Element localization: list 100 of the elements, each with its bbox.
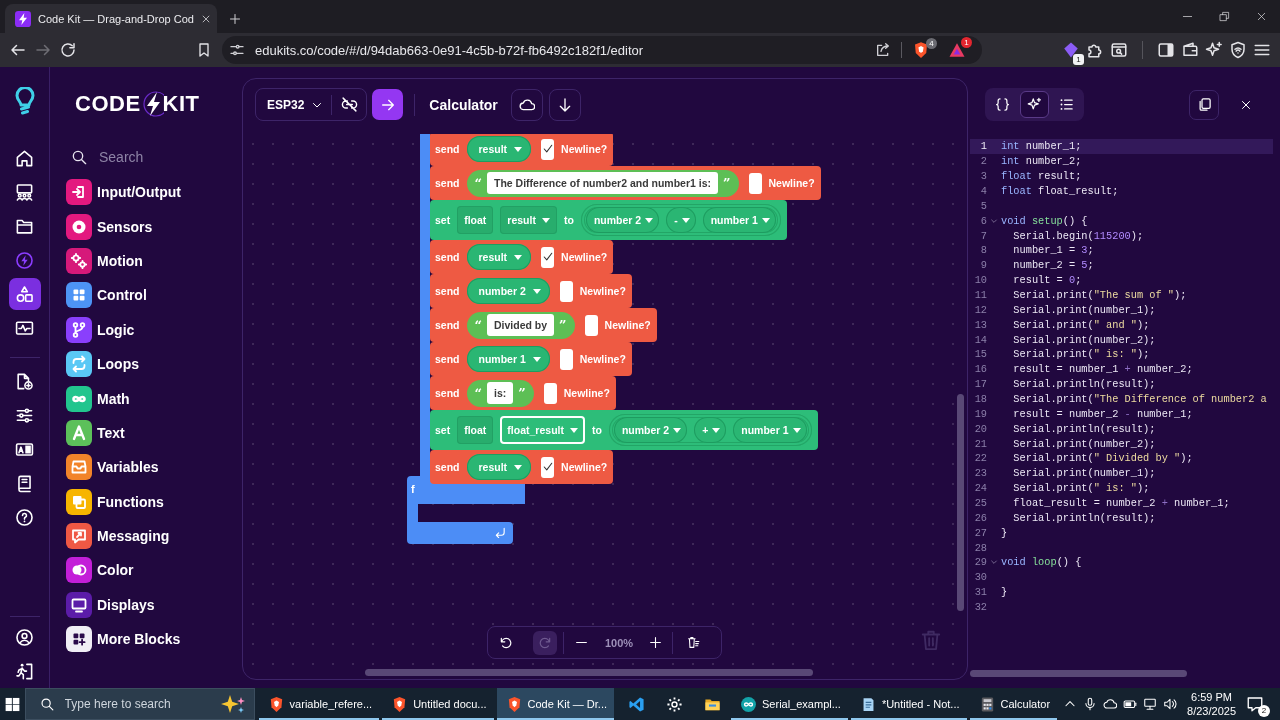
zoom-in-icon[interactable]: [649, 636, 663, 649]
category-item[interactable]: Motion: [66, 243, 242, 279]
quote-mark: “: [474, 386, 482, 400]
category-item[interactable]: Functions: [66, 484, 242, 519]
microphone-icon[interactable]: [1083, 697, 1098, 711]
browser-tab[interactable]: Code Kit — Drag-and-Drop Cod: [5, 4, 217, 33]
newline-checkbox[interactable]: [543, 382, 557, 404]
address-field[interactable]: edukits.co/code/#/d/94dab663-0e91-4c5b-b72f-fb6492c182f1/editor: [255, 40, 875, 60]
sidebar-icon[interactable]: [1157, 41, 1175, 59]
gem-icon[interactable]: [1062, 41, 1080, 59]
category-item[interactable]: Displays: [66, 587, 242, 623]
newline-checkbox[interactable]: [559, 280, 573, 302]
category-item[interactable]: Color: [66, 553, 242, 588]
type-field: float: [457, 206, 494, 234]
clear-icon[interactable]: [687, 636, 701, 649]
code-text: int number_2;: [1001, 155, 1082, 168]
restore-icon[interactable]: [1219, 11, 1230, 22]
taskbar-app[interactable]: Code Kit — Dr...: [496, 688, 614, 720]
code-text: void setup() {: [1001, 214, 1088, 227]
type-field: float: [457, 416, 494, 444]
line-number: 20: [973, 422, 987, 435]
category-item[interactable]: Math: [66, 381, 242, 416]
caret-icon: [514, 464, 523, 470]
category-item[interactable]: Control: [66, 278, 242, 313]
network-icon[interactable]: [1143, 697, 1158, 711]
category-item[interactable]: Variables: [66, 450, 242, 485]
block-label: Newline?: [579, 285, 626, 297]
text-input[interactable]: Divided by: [487, 314, 555, 336]
ai-view-tab[interactable]: [1020, 91, 1049, 118]
caret-icon: [645, 217, 654, 223]
newline-checkbox[interactable]: [559, 348, 573, 370]
close-icon[interactable]: [1240, 98, 1252, 111]
newline-checkbox[interactable]: [541, 456, 555, 478]
speaker-icon[interactable]: [1163, 697, 1178, 711]
close-icon[interactable]: [200, 13, 211, 24]
address-bar[interactable]: edukits.co/code/#/d/94dab663-0e91-4c5b-b72f-fb6492c182f1/editor 4 1: [222, 36, 982, 64]
newline-checkbox[interactable]: [541, 138, 555, 160]
block-label: Newline?: [604, 319, 651, 331]
window-search-icon[interactable]: [1110, 41, 1128, 59]
triangle-icon[interactable]: [948, 41, 966, 59]
newline-checkbox[interactable]: [584, 314, 598, 336]
scrollbar[interactable]: [970, 670, 1187, 677]
block-label: Newline?: [579, 353, 626, 365]
copy-button[interactable]: [1189, 89, 1219, 120]
bookmark-icon[interactable]: [196, 42, 212, 58]
taskbar-app[interactable]: variable_refere...: [258, 688, 380, 720]
cloud-button[interactable]: [510, 88, 543, 121]
home-icon: [15, 148, 34, 168]
sparkle-icon: [1027, 97, 1042, 112]
caret-icon: [761, 217, 770, 223]
taskbar-app[interactable]: *Untitled - Not...: [850, 688, 967, 720]
category-item[interactable]: Text: [66, 415, 242, 451]
notification-icon[interactable]: [1246, 695, 1264, 713]
search-field[interactable]: Search: [99, 149, 219, 165]
category-item[interactable]: More Blocks: [66, 622, 242, 657]
share-icon[interactable]: [875, 42, 891, 58]
search-field[interactable]: Type here to search: [64, 693, 220, 715]
tune-icon[interactable]: [229, 42, 245, 58]
project-title: Calculator: [429, 96, 498, 113]
category-item[interactable]: Input/Output: [66, 175, 242, 210]
reload-icon[interactable]: [59, 41, 77, 59]
text-input[interactable]: The Difference of number2 and number1 is:: [487, 172, 719, 194]
code-text: int number_1;: [1001, 140, 1082, 153]
editor-icon: [627, 695, 645, 713]
category-item[interactable]: Messaging: [66, 518, 242, 554]
scrollbar[interactable]: [957, 394, 964, 611]
category-item[interactable]: Loops: [66, 346, 242, 382]
line-number: 18: [973, 393, 987, 406]
battery-icon[interactable]: [1123, 697, 1138, 711]
newline-checkbox[interactable]: [748, 172, 762, 194]
taskbar-app[interactable]: Untitled docu...: [382, 688, 494, 720]
vpn-shield-icon[interactable]: [1229, 41, 1247, 59]
shapes-button[interactable]: [8, 278, 41, 310]
close-icon[interactable]: [1256, 11, 1267, 22]
line-number: 31: [973, 586, 987, 599]
wallet-icon[interactable]: [1181, 41, 1199, 59]
search-box[interactable]: Type here to search: [24, 688, 255, 720]
download-button[interactable]: [548, 88, 581, 121]
taskbar-app[interactable]: Serial_exampl...: [731, 688, 848, 720]
newline-checkbox[interactable]: [541, 246, 555, 268]
cloud-icon[interactable]: [1103, 697, 1118, 711]
line-number: 10: [973, 274, 987, 287]
shield-icon[interactable]: [912, 41, 930, 59]
block-label: send: [435, 353, 460, 365]
text-input[interactable]: is:: [487, 382, 514, 404]
block-label: f: [411, 483, 415, 495]
line-number: 28: [973, 541, 987, 554]
category-item[interactable]: Sensors: [66, 209, 242, 244]
code-text: Serial.println(result);: [1012, 511, 1156, 524]
scrollbar[interactable]: [365, 669, 813, 676]
puzzle-icon[interactable]: [1086, 41, 1104, 59]
clock[interactable]: 6:59 PM 8/23/2025: [1187, 690, 1236, 718]
new-tab-icon[interactable]: [229, 13, 241, 25]
sparkle-icon[interactable]: [1205, 41, 1223, 59]
category-item[interactable]: Logic: [66, 312, 242, 347]
quote-mark: “: [474, 318, 482, 332]
code-text: void loop() {: [1001, 556, 1082, 569]
taskbar-app[interactable]: Calculator: [969, 688, 1058, 720]
search-icon: [71, 149, 87, 165]
upload-button[interactable]: [372, 89, 404, 120]
